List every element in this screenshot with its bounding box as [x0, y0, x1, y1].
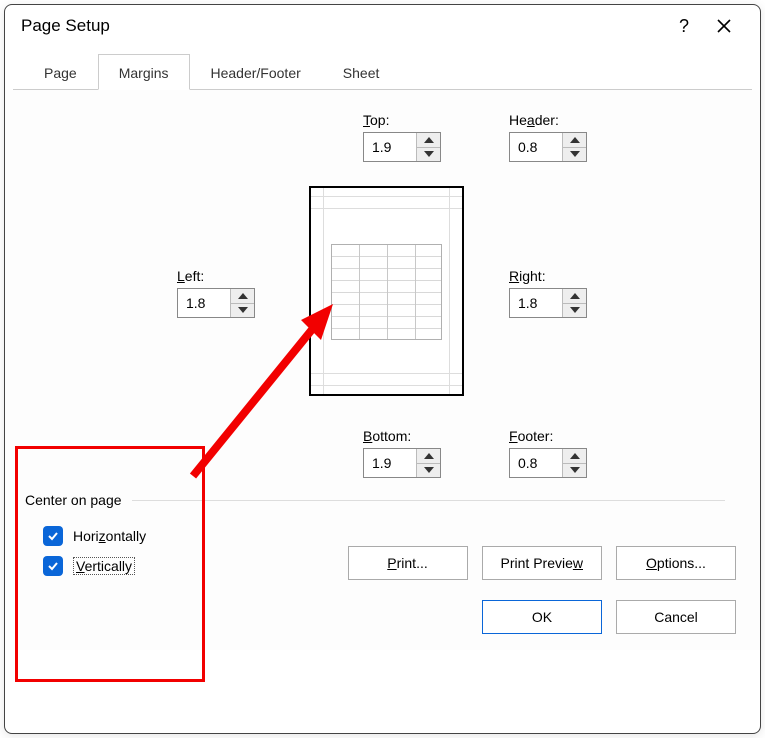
tab-bar: Page Margins Header/Footer Sheet — [13, 53, 752, 90]
margin-left-control: Left: — [177, 268, 255, 318]
margin-header-control: Header: Header: — [509, 112, 587, 162]
center-on-page-label: Center on page — [25, 492, 122, 508]
spin-up-icon[interactable] — [563, 289, 586, 304]
tab-header-footer[interactable]: Header/Footer — [190, 54, 322, 90]
print-preview-button[interactable]: Print Preview — [482, 546, 602, 580]
tab-sheet[interactable]: Sheet — [322, 54, 401, 90]
spin-up-icon[interactable] — [417, 449, 440, 464]
center-on-page-section: Center on page — [25, 492, 725, 508]
checkbox-icon — [43, 526, 63, 546]
spin-down-icon[interactable] — [563, 304, 586, 318]
margin-top-spinner[interactable] — [363, 132, 441, 162]
page-preview — [309, 186, 464, 396]
margin-footer-spinner[interactable] — [509, 448, 587, 478]
margin-right-input[interactable] — [510, 289, 562, 317]
margin-right-control: Right: — [509, 268, 587, 318]
margin-footer-label: Footer: — [509, 428, 587, 444]
spin-down-icon[interactable] — [563, 464, 586, 478]
spin-up-icon[interactable] — [417, 133, 440, 148]
ok-button[interactable]: OK — [482, 600, 602, 634]
page-setup-dialog: Page Setup ? Page Margins Header/Footer … — [4, 4, 761, 734]
spin-down-icon[interactable] — [563, 148, 586, 162]
checkbox-vertically[interactable]: Vertically — [43, 556, 135, 576]
print-button[interactable]: Print... — [348, 546, 468, 580]
margin-right-spinner[interactable] — [509, 288, 587, 318]
margin-left-spinner[interactable] — [177, 288, 255, 318]
title-bar: Page Setup ? — [5, 5, 760, 47]
dialog-body: Top: Header: Header: Lef — [5, 90, 760, 650]
margin-footer-input[interactable] — [510, 449, 562, 477]
spin-up-icon[interactable] — [563, 449, 586, 464]
cancel-button[interactable]: Cancel — [616, 600, 736, 634]
margin-right-label: Right: — [509, 268, 587, 284]
margin-left-label: Left: — [177, 268, 255, 284]
margin-left-input[interactable] — [178, 289, 230, 317]
preview-grid-icon — [331, 244, 442, 340]
footer-button-row: Print... Print... Print Preview Print Pr… — [348, 546, 736, 580]
checkbox-horizontally[interactable]: Horizontally Horizontally — [43, 526, 146, 546]
margin-top-label: Top: — [363, 112, 441, 128]
margin-header-label: Header: — [509, 112, 587, 128]
checkbox-vertically-label: Vertically — [73, 557, 135, 575]
margin-footer-control: Footer: — [509, 428, 587, 478]
margin-bottom-input[interactable] — [364, 449, 416, 477]
spin-up-icon[interactable] — [563, 133, 586, 148]
help-button[interactable]: ? — [664, 6, 704, 46]
checkbox-horizontally-label: Horizontally — [73, 528, 146, 544]
margin-top-control: Top: — [363, 112, 441, 162]
margin-bottom-label: Bottom: — [363, 428, 441, 444]
margin-bottom-control: Bottom: — [363, 428, 441, 478]
margin-bottom-spinner[interactable] — [363, 448, 441, 478]
close-icon — [716, 18, 732, 34]
dialog-action-row: OK Cancel — [482, 600, 736, 634]
tab-page[interactable]: Page — [23, 54, 98, 90]
dialog-title: Page Setup — [21, 16, 664, 36]
tab-margins[interactable]: Margins — [98, 54, 190, 90]
margin-top-input[interactable] — [364, 133, 416, 161]
margin-header-spinner[interactable] — [509, 132, 587, 162]
close-button[interactable] — [704, 6, 744, 46]
checkbox-icon — [43, 556, 63, 576]
spin-down-icon[interactable] — [231, 304, 254, 318]
spin-down-icon[interactable] — [417, 148, 440, 162]
spin-down-icon[interactable] — [417, 464, 440, 478]
options-button[interactable]: Options... — [616, 546, 736, 580]
spin-up-icon[interactable] — [231, 289, 254, 304]
margin-header-input[interactable] — [510, 133, 562, 161]
